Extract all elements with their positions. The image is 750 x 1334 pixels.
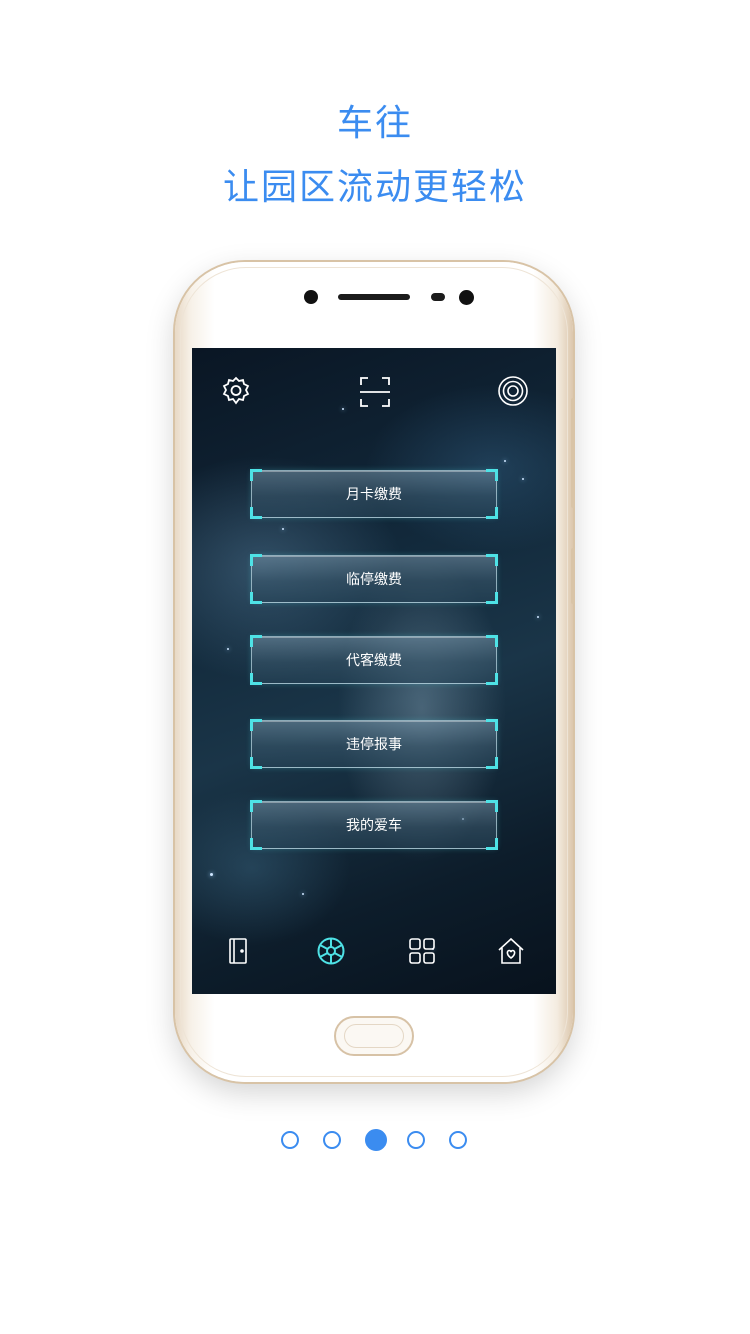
phone-screen: 月卡缴费 临停缴费 代客缴费 违停报事 我的爱车: [192, 348, 556, 994]
star: [227, 648, 229, 650]
door-icon[interactable]: [223, 936, 253, 966]
menu-button-temp-parking[interactable]: 临停缴费: [250, 554, 498, 604]
menu-button-label: 临停缴费: [346, 572, 402, 588]
front-sensor: [459, 290, 474, 305]
star: [342, 408, 344, 410]
phone-home-button: [334, 1016, 414, 1056]
phone-side-button: [571, 398, 575, 508]
page-dot[interactable]: [407, 1131, 425, 1149]
menu-button-valet-payment[interactable]: 代客缴费: [250, 635, 498, 685]
grid-icon[interactable]: [407, 936, 437, 966]
headline-title: 车往: [336, 103, 413, 144]
star: [504, 460, 506, 462]
menu-button-label: 代客缴费: [346, 653, 402, 669]
page-dot[interactable]: [281, 1131, 299, 1149]
menu-button-label: 月卡缴费: [346, 487, 402, 503]
home-heart-icon[interactable]: [496, 936, 526, 966]
headline-subtitle: 让园区流动更轻松: [222, 167, 527, 208]
menu-button-label: 违停报事: [346, 737, 402, 753]
menu-button-illegal-parking-report[interactable]: 违停报事: [250, 719, 498, 769]
phone-side-button: [571, 548, 575, 604]
menu-button-my-car[interactable]: 我的爱车: [250, 800, 498, 850]
target-icon[interactable]: [497, 375, 529, 407]
page-dot[interactable]: [323, 1131, 341, 1149]
scan-icon[interactable]: [358, 375, 392, 409]
earpiece-speaker: [338, 294, 410, 300]
front-camera: [304, 290, 318, 304]
page-dot-active[interactable]: [365, 1129, 387, 1151]
menu-button-monthly-card[interactable]: 月卡缴费: [250, 469, 498, 519]
star: [210, 873, 213, 876]
wheel-icon[interactable]: [316, 936, 346, 966]
star: [537, 616, 539, 618]
menu-button-label: 我的爱车: [346, 818, 402, 834]
page-dot[interactable]: [449, 1131, 467, 1149]
star: [522, 478, 524, 480]
gear-icon[interactable]: [220, 375, 252, 407]
star: [282, 528, 284, 530]
proximity-sensor: [431, 293, 445, 301]
page-indicator: [281, 1129, 471, 1155]
star: [302, 893, 304, 895]
